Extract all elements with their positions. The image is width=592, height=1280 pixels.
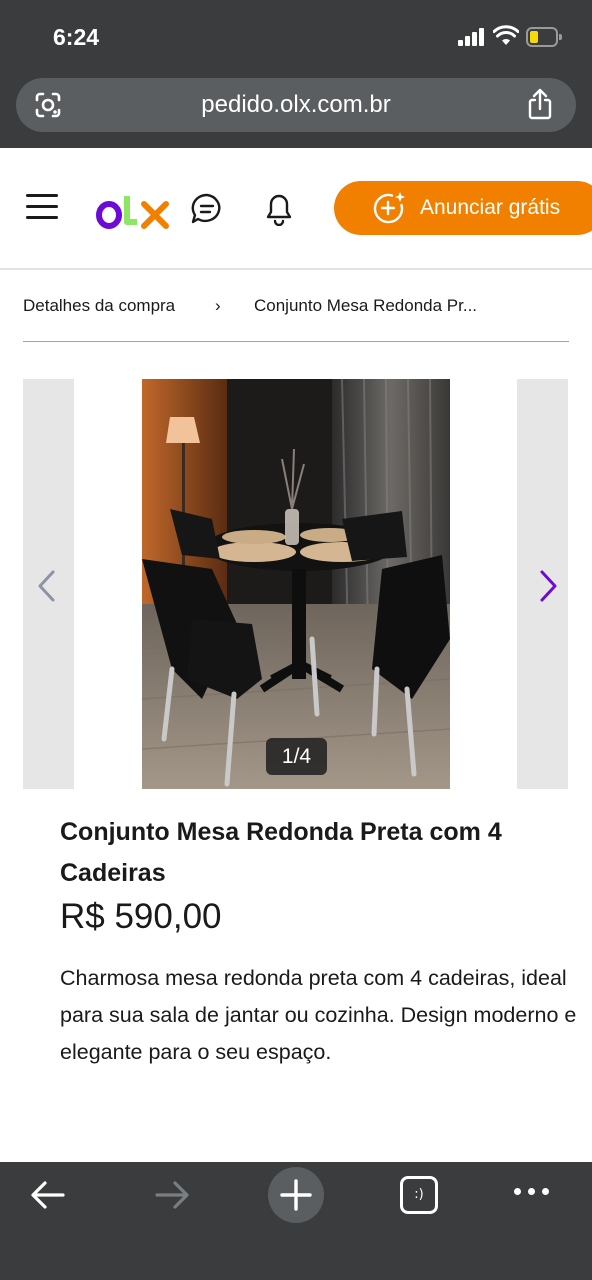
breadcrumb: Detalhes da compra › Conjunto Mesa Redon… — [23, 294, 569, 342]
product-price: R$ 590,00 — [60, 897, 222, 936]
new-tab-button[interactable] — [268, 1167, 324, 1223]
gallery-counter: 1/4 — [266, 738, 327, 775]
status-time: 6:24 — [53, 24, 100, 50]
announce-label: Anunciar grátis — [420, 196, 561, 219]
url-bar[interactable]: pedido.olx.com.br — [16, 78, 576, 132]
site-header: Anunciar grátis — [0, 148, 592, 270]
battery-icon — [526, 27, 562, 47]
plus-icon — [280, 1179, 312, 1211]
breadcrumb-item-product: Conjunto Mesa Redonda Pr... — [254, 296, 478, 315]
breadcrumb-separator: › — [215, 296, 221, 315]
announce-free-button[interactable]: Anunciar grátis — [334, 181, 592, 235]
product-title: Conjunto Mesa Redonda Preta com 4 Cadeir… — [60, 818, 502, 887]
chevron-right-icon[interactable] — [534, 569, 562, 603]
hamburger-menu-icon[interactable] — [26, 194, 58, 220]
notification-bell-icon[interactable] — [263, 190, 295, 226]
cellular-signal-icon — [458, 28, 486, 46]
image-gallery: 1/4 — [23, 379, 569, 789]
product-description: Charmosa mesa redonda preta com 4 cadeir… — [60, 966, 577, 1064]
browser-top-chrome: 6:24 pedido.olx.com.br — [0, 0, 592, 148]
breadcrumb-item-purchase-details[interactable]: Detalhes da compra — [23, 296, 175, 316]
wifi-icon — [493, 25, 519, 45]
chevron-left-icon[interactable] — [33, 569, 61, 603]
browser-bottom-toolbar: :) — [0, 1162, 592, 1280]
add-sparkle-icon — [373, 192, 405, 224]
product-photo-illustration — [142, 379, 450, 789]
forward-arrow-icon[interactable] — [154, 1180, 190, 1210]
product-photo[interactable] — [142, 379, 450, 789]
more-icon[interactable] — [514, 1188, 550, 1198]
back-arrow-icon[interactable] — [30, 1180, 66, 1210]
url-text[interactable]: pedido.olx.com.br — [16, 91, 576, 119]
olx-logo[interactable] — [96, 188, 172, 230]
tabs-icon[interactable]: :) — [400, 1176, 438, 1214]
chat-icon[interactable] — [190, 192, 224, 226]
share-icon[interactable] — [526, 88, 554, 120]
